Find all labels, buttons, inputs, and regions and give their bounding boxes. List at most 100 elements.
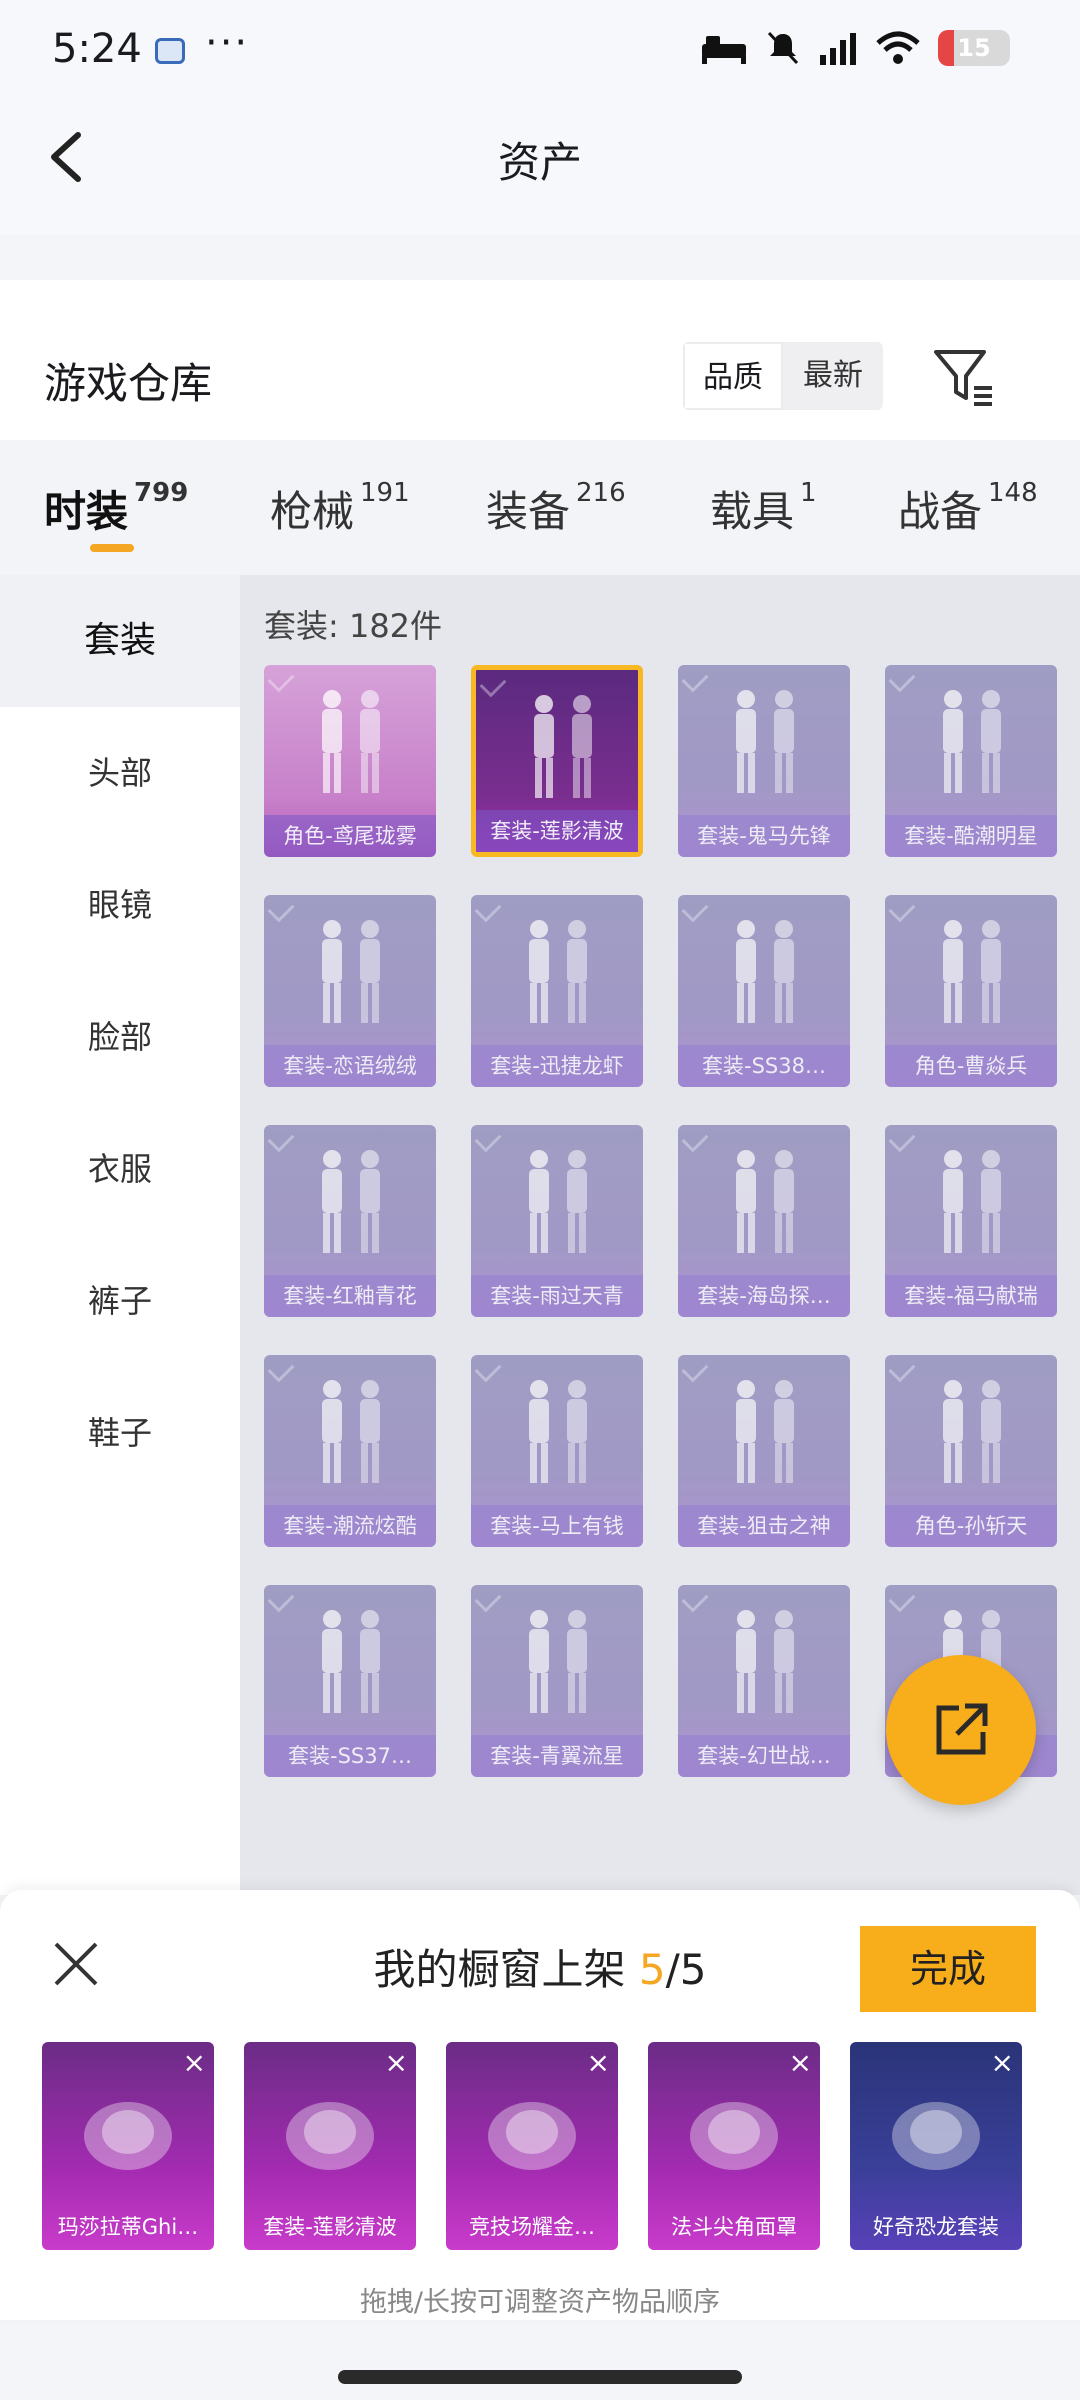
outfit-figure-icon [322, 690, 380, 793]
showcase-item[interactable]: × 套装-莲影清波 [244, 2042, 416, 2250]
outfit-figure-icon [736, 1150, 794, 1253]
item-label: 角色-鸢尾珑雾 [264, 815, 436, 857]
tab-guns[interactable]: 枪械 191 [270, 478, 410, 539]
check-icon [474, 895, 502, 923]
page-title: 资产 [497, 138, 582, 187]
showcase-item[interactable]: × 竞技场耀金… [446, 2042, 618, 2250]
grid-item-card[interactable]: 套装-雨过天青 [471, 1125, 643, 1317]
check-icon [267, 665, 295, 693]
remove-item-icon[interactable]: × [789, 2046, 812, 2079]
showcase-item-label: 套装-莲影清波 [263, 2215, 397, 2239]
showcase-item-label: 法斗尖角面罩 [671, 2215, 797, 2239]
check-icon [474, 1125, 502, 1153]
outfit-figure-icon [529, 1610, 587, 1713]
check-icon [681, 1585, 709, 1613]
outfit-figure-icon [322, 1380, 380, 1483]
showcase-item-label: 竞技场耀金… [469, 2215, 595, 2239]
check-icon [681, 1355, 709, 1383]
grid-item-card[interactable]: 角色-孙斩天 [885, 1355, 1057, 1547]
grid-item-card[interactable]: 角色-鸢尾珑雾 [264, 665, 436, 857]
grid-item-card[interactable]: 套装-马上有钱 [471, 1355, 643, 1547]
battery-level: 15 [957, 34, 991, 62]
outfit-figure-icon [943, 1150, 1001, 1253]
item-thumbnail-icon [892, 2102, 980, 2170]
share-button[interactable] [886, 1655, 1036, 1805]
item-label: 套装-酷潮明星 [885, 815, 1057, 857]
tab-equipment[interactable]: 装备 216 [486, 478, 626, 539]
item-label: 套装-潮流炫酷 [264, 1505, 436, 1547]
item-label: 角色-曹焱兵 [885, 1045, 1057, 1087]
item-label: 套装-鬼马先锋 [678, 815, 850, 857]
sidebar-item-shoes[interactable]: 鞋子 [0, 1367, 240, 1499]
item-label: 套装-SS38… [678, 1045, 850, 1087]
remove-item-icon[interactable]: × [587, 2046, 610, 2079]
item-label: 角色-孙斩天 [885, 1505, 1057, 1547]
showcase-item-label: 玛莎拉蒂Ghi… [57, 2215, 199, 2239]
warehouse-title: 游戏仓库 [44, 359, 213, 408]
subcategory-sidebar: 套装 头部 眼镜 脸部 衣服 裤子 鞋子 [0, 575, 240, 1895]
grid-item-card[interactable]: 套装-潮流炫酷 [264, 1355, 436, 1547]
sort-quality-button[interactable]: 品质 [683, 342, 783, 410]
outfit-figure-icon [529, 1380, 587, 1483]
grid-item-card[interactable]: 套装-SS37… [264, 1585, 436, 1777]
sort-latest-button[interactable]: 最新 [783, 342, 883, 410]
grid-item-card[interactable]: 套装-恋语绒绒 [264, 895, 436, 1087]
tab-label: 战备 [898, 487, 983, 536]
tab-count: 216 [576, 478, 626, 508]
grid-item-card[interactable]: 套装-鬼马先锋 [678, 665, 850, 857]
tab-count: 148 [988, 478, 1038, 508]
reorder-hint: 拖拽/长按可调整资产物品顺序 [359, 2287, 721, 2318]
check-icon [681, 895, 709, 923]
grid-item-card[interactable]: 套装-红釉青花 [264, 1125, 436, 1317]
remove-item-icon[interactable]: × [385, 2046, 408, 2079]
item-thumbnail-icon [84, 2102, 172, 2170]
item-label: 套装-SS37… [264, 1735, 436, 1777]
battery-icon: 15 [938, 30, 1010, 66]
sidebar-item-head[interactable]: 头部 [0, 707, 240, 839]
item-thumbnail-icon [690, 2102, 778, 2170]
sidebar-item-clothes[interactable]: 衣服 [0, 1103, 240, 1235]
tab-vehicles[interactable]: 载具 1 [710, 478, 817, 539]
showcase-item[interactable]: × 玛莎拉蒂Ghi… [42, 2042, 214, 2250]
check-icon [267, 1585, 295, 1613]
sidebar-item-suits[interactable]: 套装 [0, 575, 240, 707]
sidebar-item-glasses[interactable]: 眼镜 [0, 839, 240, 971]
grid-item-card[interactable]: 套装-青翼流星 [471, 1585, 643, 1777]
grid-item-card[interactable]: 套装-海岛探… [678, 1125, 850, 1317]
signal-icon [820, 33, 856, 65]
outfit-figure-icon [534, 695, 592, 798]
grid-item-card[interactable]: 套装-SS38… [678, 895, 850, 1087]
more-notifications-icon: ··· [205, 20, 250, 66]
grid-item-card[interactable]: 套装-酷潮明星 [885, 665, 1057, 857]
grid-item-card[interactable]: 套装-狙击之神 [678, 1355, 850, 1547]
showcase-item[interactable]: × 法斗尖角面罩 [648, 2042, 820, 2250]
filter-icon[interactable] [930, 342, 998, 410]
grid-item-card[interactable]: 套装-莲影清波 [471, 665, 643, 857]
tab-label: 载具 [710, 487, 795, 536]
grid-item-card[interactable]: 套装-幻世战… [678, 1585, 850, 1777]
grid-item-card[interactable]: 套装-迅捷龙虾 [471, 895, 643, 1087]
remove-item-icon[interactable]: × [183, 2046, 206, 2079]
sidebar-item-pants[interactable]: 裤子 [0, 1235, 240, 1367]
item-label: 套装-幻世战… [678, 1735, 850, 1777]
check-icon [267, 1355, 295, 1383]
outfit-figure-icon [736, 920, 794, 1023]
check-icon [681, 665, 709, 693]
grid-item-card[interactable]: 角色-曹焱兵 [885, 895, 1057, 1087]
done-button[interactable]: 完成 [860, 1926, 1036, 2012]
check-icon [479, 670, 507, 698]
item-thumbnail-icon [286, 2102, 374, 2170]
outfit-figure-icon [322, 1150, 380, 1253]
sidebar-item-face[interactable]: 脸部 [0, 971, 240, 1103]
active-tab-indicator [90, 544, 134, 552]
tab-fashion[interactable]: 时装 799 [44, 478, 188, 552]
tab-count: 1 [800, 478, 817, 508]
share-icon [936, 1703, 988, 1755]
home-indicator[interactable] [338, 2370, 742, 2384]
grid-item-card[interactable]: 套装-福马献瑞 [885, 1125, 1057, 1317]
showcase-item[interactable]: × 好奇恐龙套装 [850, 2042, 1022, 2250]
item-label: 套装-青翼流星 [471, 1735, 643, 1777]
status-bar: 5:24 ··· 15 [0, 0, 1080, 105]
remove-item-icon[interactable]: × [991, 2046, 1014, 2079]
tab-supplies[interactable]: 战备 148 [898, 478, 1038, 539]
